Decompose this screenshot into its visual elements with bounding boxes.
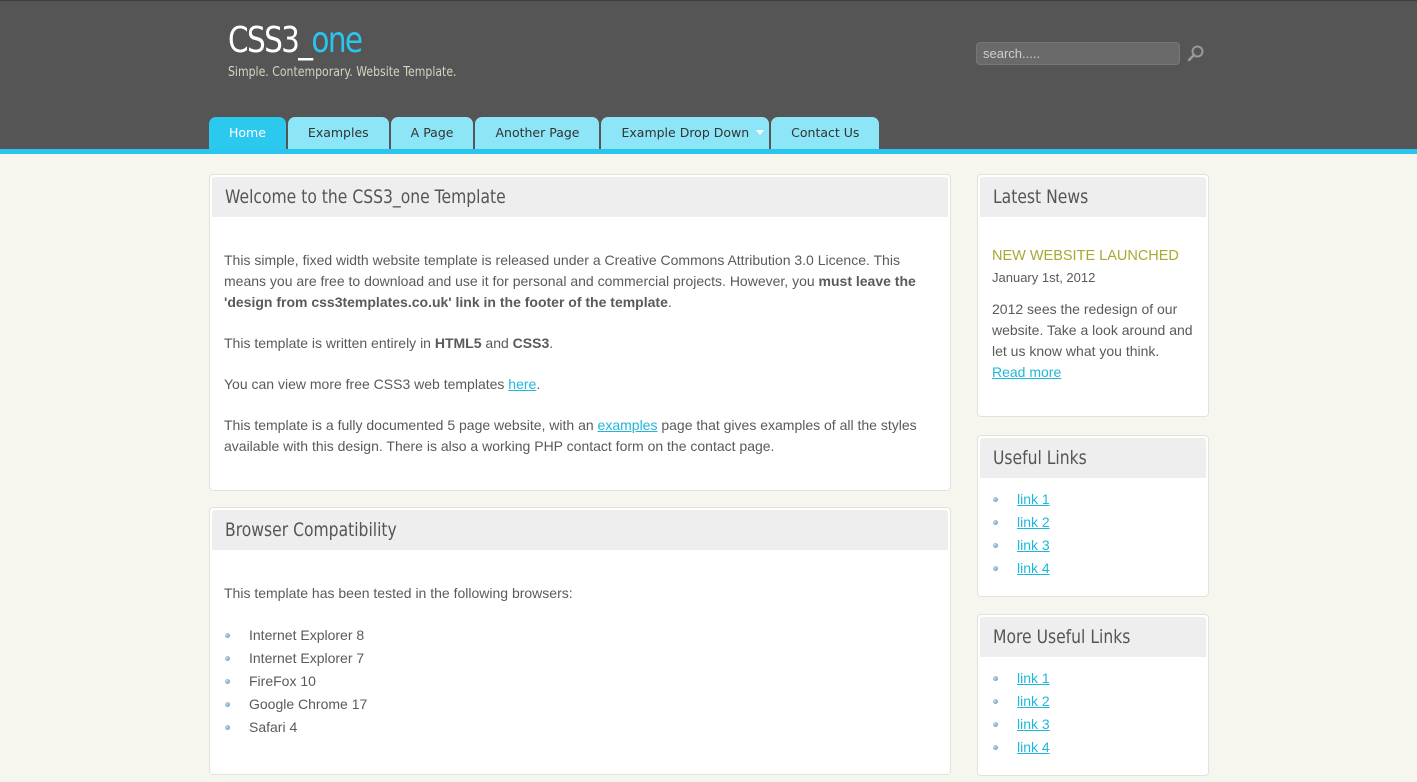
nav-a-page[interactable]: A Page	[390, 117, 474, 149]
useful-link-1[interactable]: link 1	[1017, 491, 1050, 507]
main-nav: Home Examples A Page Another Page Exampl…	[209, 117, 880, 149]
nav-contact-us[interactable]: Contact Us	[771, 117, 880, 149]
examples-link[interactable]: examples	[598, 417, 658, 433]
welcome-section: Welcome to the CSS3_one Template This si…	[209, 174, 951, 491]
welcome-paragraph-1: This simple, fixed width website templat…	[224, 252, 916, 310]
list-item: link 3	[992, 713, 1194, 736]
list-item: Safari 4	[224, 716, 936, 739]
welcome-paragraph-4: This template is a fully documented 5 pa…	[224, 417, 917, 454]
news-headline: NEW WEBSITE LAUNCHED	[992, 248, 1179, 264]
welcome-heading: Welcome to the CSS3_one Template	[212, 177, 948, 217]
nav-another-page[interactable]: Another Page	[475, 117, 600, 149]
search-input[interactable]	[976, 42, 1180, 65]
list-item: Internet Explorer 7	[224, 647, 936, 670]
more-link-3[interactable]: link 3	[1017, 716, 1050, 732]
news-text: 2012 sees the redesign of our website. T…	[992, 301, 1193, 380]
useful-links-list: link 1 link 2 link 3 link 4	[992, 488, 1194, 580]
useful-links-section: Useful Links link 1 link 2 link 3 link 4	[977, 435, 1209, 597]
more-useful-links-heading: More Useful Links	[980, 617, 1206, 657]
more-useful-links-section: More Useful Links link 1 link 2 link 3 l…	[977, 614, 1209, 776]
search-form	[976, 42, 1204, 65]
nav-home[interactable]: Home	[209, 117, 286, 149]
useful-link-3[interactable]: link 3	[1017, 537, 1050, 553]
site-logo[interactable]: CSS3_one Simple. Contemporary. Website T…	[228, 19, 500, 80]
list-item: link 4	[992, 557, 1194, 580]
list-item: link 3	[992, 534, 1194, 557]
here-link[interactable]: here	[508, 376, 536, 392]
latest-news-heading: Latest News	[980, 177, 1206, 217]
more-link-2[interactable]: link 2	[1017, 693, 1050, 709]
more-useful-links-list: link 1 link 2 link 3 link 4	[992, 667, 1194, 759]
welcome-paragraph-3: You can view more free CSS3 web template…	[224, 376, 541, 392]
news-date: January 1st, 2012	[992, 270, 1096, 285]
search-icon[interactable]	[1186, 44, 1206, 64]
dropdown-arrow-icon	[756, 130, 765, 135]
browser-list: Internet Explorer 8 Internet Explorer 7 …	[224, 624, 936, 739]
site-slogan: Simple. Contemporary. Website Template.	[228, 65, 457, 80]
latest-news-section: Latest News NEW WEBSITE LAUNCHED January…	[977, 174, 1209, 417]
browser-intro: This template has been tested in the fol…	[224, 585, 573, 601]
header-accent-bar	[0, 149, 1417, 154]
useful-links-heading: Useful Links	[980, 438, 1206, 478]
list-item: link 1	[992, 667, 1194, 690]
more-link-4[interactable]: link 4	[1017, 739, 1050, 755]
browser-compatibility-heading: Browser Compatibility	[212, 510, 948, 550]
list-item: Internet Explorer 8	[224, 624, 936, 647]
read-more-link[interactable]: Read more	[992, 364, 1061, 380]
more-link-1[interactable]: link 1	[1017, 670, 1050, 686]
list-item: Google Chrome 17	[224, 693, 936, 716]
nav-example-drop-down[interactable]: Example Drop Down	[601, 117, 770, 149]
list-item: link 1	[992, 488, 1194, 511]
welcome-paragraph-2: This template is written entirely in HTM…	[224, 335, 554, 351]
useful-link-4[interactable]: link 4	[1017, 560, 1050, 576]
list-item: link 2	[992, 690, 1194, 713]
list-item: FireFox 10	[224, 670, 936, 693]
list-item: link 4	[992, 736, 1194, 759]
browser-compatibility-section: Browser Compatibility This template has …	[209, 507, 951, 775]
useful-link-2[interactable]: link 2	[1017, 514, 1050, 530]
logo-text: CSS3_one	[228, 20, 363, 61]
list-item: link 2	[992, 511, 1194, 534]
nav-examples[interactable]: Examples	[287, 117, 389, 149]
site-header: CSS3_one Simple. Contemporary. Website T…	[0, 0, 1417, 149]
